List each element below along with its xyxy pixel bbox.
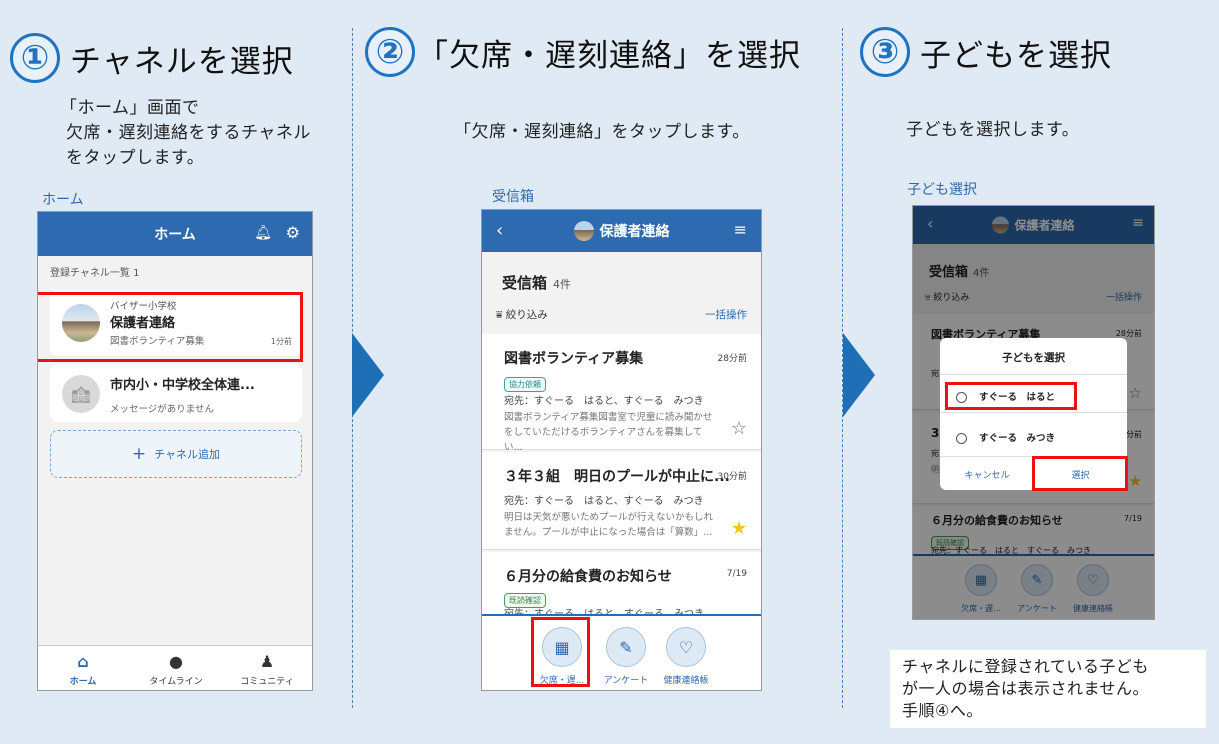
next-arrow-icon <box>843 333 875 417</box>
community-icon: ♟ <box>259 652 275 671</box>
bottom-tab-bar: ⌂ ホーム ● タイムライン ♟ コミュニティ <box>38 645 312 690</box>
highlight-box <box>531 617 590 687</box>
radio-icon <box>956 433 967 444</box>
highlight-box <box>1032 456 1128 491</box>
filter-icon: ⩸ <box>496 309 506 321</box>
screen-caption: 子ども選択 <box>907 182 977 198</box>
app-header: ‹ 保護者連絡 ≡ <box>482 210 761 252</box>
feature-survey-label: アンケート <box>603 676 649 686</box>
add-channel-label: チャネル追加 <box>154 448 221 461</box>
feature-bar: ▦ ✎ ♡ 欠席・遅... アンケート 健康連絡帳 <box>482 614 761 690</box>
channel-name: 市内小・中学校全体連... <box>110 378 255 393</box>
message-item[interactable]: 図書ボランティア募集 28分前 協力依頼 宛先：すぐーる はると、すぐーる みつ… <box>482 334 761 453</box>
step3-description: 子どもを選択します。 <box>906 120 1080 140</box>
tab-timeline[interactable]: ● タイムライン <box>143 652 209 687</box>
home-icon: ⌂ <box>77 652 89 671</box>
step2-description: 「欠席・遅刻連絡」をタップします。 <box>454 122 750 142</box>
category-tag: 協力依頼 <box>504 377 546 392</box>
step3-title: ③ 子どもを選択 <box>860 27 1112 77</box>
step-number: ③ <box>860 27 910 77</box>
step-heading: チャネルを選択 <box>70 43 294 80</box>
gear-icon[interactable]: ⚙ <box>286 225 300 241</box>
note-box: チャネルに登録されている子ども が一人の場合は表示されません。 手順④へ。 <box>890 650 1206 728</box>
header-title: 保護者連絡 <box>482 221 761 241</box>
tab-home[interactable]: ⌂ ホーム <box>58 652 108 687</box>
step2-title: ② 「欠席・遅刻連絡」を選択 <box>365 27 801 77</box>
channel-preview: メッセージがありません <box>110 404 215 415</box>
step1-title: ① チャネルを選択 <box>10 33 294 83</box>
menu-icon[interactable]: ≡ <box>734 222 747 238</box>
school-avatar <box>573 221 594 241</box>
app-header: ホーム 🔔︎ ⚙ <box>38 212 312 256</box>
feature-health-label: 健康連絡帳 <box>663 676 709 686</box>
step-heading: 「欠席・遅刻連絡」を選択 <box>417 37 801 74</box>
highlight-box <box>38 292 303 362</box>
bulk-action-button[interactable]: 一括操作 <box>705 307 747 322</box>
survey-icon[interactable]: ✎ <box>606 627 646 667</box>
bell-icon[interactable]: 🔔︎ <box>254 226 272 240</box>
phone-inbox-screen: ‹ 保護者連絡 ≡ 受信箱 4件 ⩸ 絞り込み 一括操作 図書ボランティア募集 2… <box>481 209 762 691</box>
message-item[interactable]: ３年３組 明日のプールが中止に... 30分前 宛先：すぐーる はると、すぐーる… <box>482 452 761 550</box>
channel-item-city-schools[interactable]: 🏫︎ 市内小・中学校全体連... メッセージがありません <box>50 364 302 422</box>
clock-icon: ● <box>169 652 183 671</box>
cancel-button[interactable]: キャンセル <box>940 468 1034 481</box>
screen-caption: ホーム <box>42 192 84 208</box>
divider <box>940 374 1127 375</box>
step-number: ② <box>365 27 415 77</box>
child-option-mitsuki[interactable]: すぐーる みつき <box>956 430 1055 444</box>
inbox-title: 受信箱 4件 <box>502 274 572 292</box>
message-item[interactable]: ６月分の給食費のお知らせ 7/19 既読確認 宛先：すぐーる はると すぐーる … <box>482 552 761 620</box>
filter-button[interactable]: ⩸ 絞り込み <box>496 307 548 322</box>
highlight-box <box>945 382 1077 410</box>
phone-child-select-screen: ‹ 保護者連絡 ≡ 受信箱 4件 ⩸ 絞り込み 一括操作 図書ボランティア募集 2… <box>912 205 1155 620</box>
screen-caption: 受信箱 <box>492 189 534 205</box>
dialog-title: 子どもを選択 <box>1002 352 1065 364</box>
channel-list-header: 登録チャネル一覧 1 <box>50 268 140 279</box>
tab-community[interactable]: ♟ コミュニティ <box>234 652 300 687</box>
next-arrow-icon <box>352 333 384 417</box>
health-note-icon[interactable]: ♡ <box>666 627 706 667</box>
phone-home-screen: ホーム 🔔︎ ⚙ 登録チャネル一覧 1 バイザー小学校 保護者連絡 図書ボランテ… <box>37 211 313 691</box>
divider <box>940 412 1127 413</box>
add-channel-button[interactable]: + チャネル追加 <box>50 430 302 478</box>
star-filled-icon[interactable]: ★ <box>731 518 747 539</box>
star-outline-icon[interactable]: ☆ <box>731 418 747 439</box>
inbox-count: 4件 <box>553 278 572 291</box>
step-number: ① <box>10 33 60 83</box>
school-building-icon: 🏫︎ <box>62 375 100 413</box>
plus-icon: + <box>131 444 147 464</box>
step-heading: 子どもを選択 <box>920 37 1112 74</box>
step1-description: 「ホーム」画面で 欠席・遅刻連絡をするチャネル をタップします。 <box>60 98 311 168</box>
